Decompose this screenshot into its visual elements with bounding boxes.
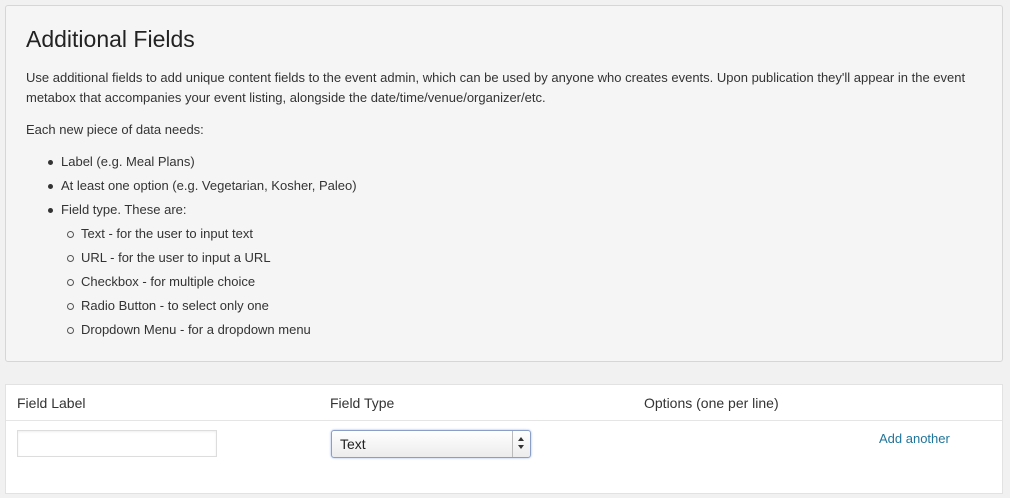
- list-item-label: Field type. These are:: [61, 202, 187, 217]
- column-header-field-type: Field Type: [330, 395, 395, 411]
- page-title: Additional Fields: [26, 26, 195, 52]
- intro-text: Use additional fields to add unique cont…: [26, 70, 966, 105]
- table-header: Field Label Field Type Options (one per …: [6, 385, 1002, 421]
- list-item: Dropdown Menu - for a dropdown menu: [26, 320, 357, 344]
- list-item: Text - for the user to input text: [26, 224, 357, 248]
- list-item: At least one option (e.g. Vegetarian, Ko…: [26, 176, 357, 200]
- add-another-link[interactable]: Add another: [879, 431, 950, 446]
- list-item: Label (e.g. Meal Plans): [26, 152, 357, 176]
- list-item: Radio Button - to select only one: [26, 296, 357, 320]
- list-item: Checkbox - for multiple choice: [26, 272, 357, 296]
- field-label-input[interactable]: [17, 430, 217, 457]
- column-header-options: Options (one per line): [644, 395, 779, 411]
- list-item: URL - for the user to input a URL: [26, 248, 357, 272]
- field-type-select[interactable]: Text: [331, 430, 531, 458]
- additional-fields-help-panel: Additional Fields Use additional fields …: [5, 5, 1003, 362]
- select-arrows-icon: [512, 431, 530, 457]
- field-types-list: Text - for the user to input text URL - …: [26, 224, 357, 344]
- list-item: Field type. These are: Text - for the us…: [26, 200, 357, 344]
- requirements-list: Label (e.g. Meal Plans) At least one opt…: [26, 152, 357, 344]
- field-type-selected-value: Text: [340, 436, 366, 452]
- column-header-field-label: Field Label: [17, 395, 86, 411]
- needs-text: Each new piece of data needs:: [26, 122, 204, 137]
- fields-table: Field Label Field Type Options (one per …: [5, 384, 1003, 494]
